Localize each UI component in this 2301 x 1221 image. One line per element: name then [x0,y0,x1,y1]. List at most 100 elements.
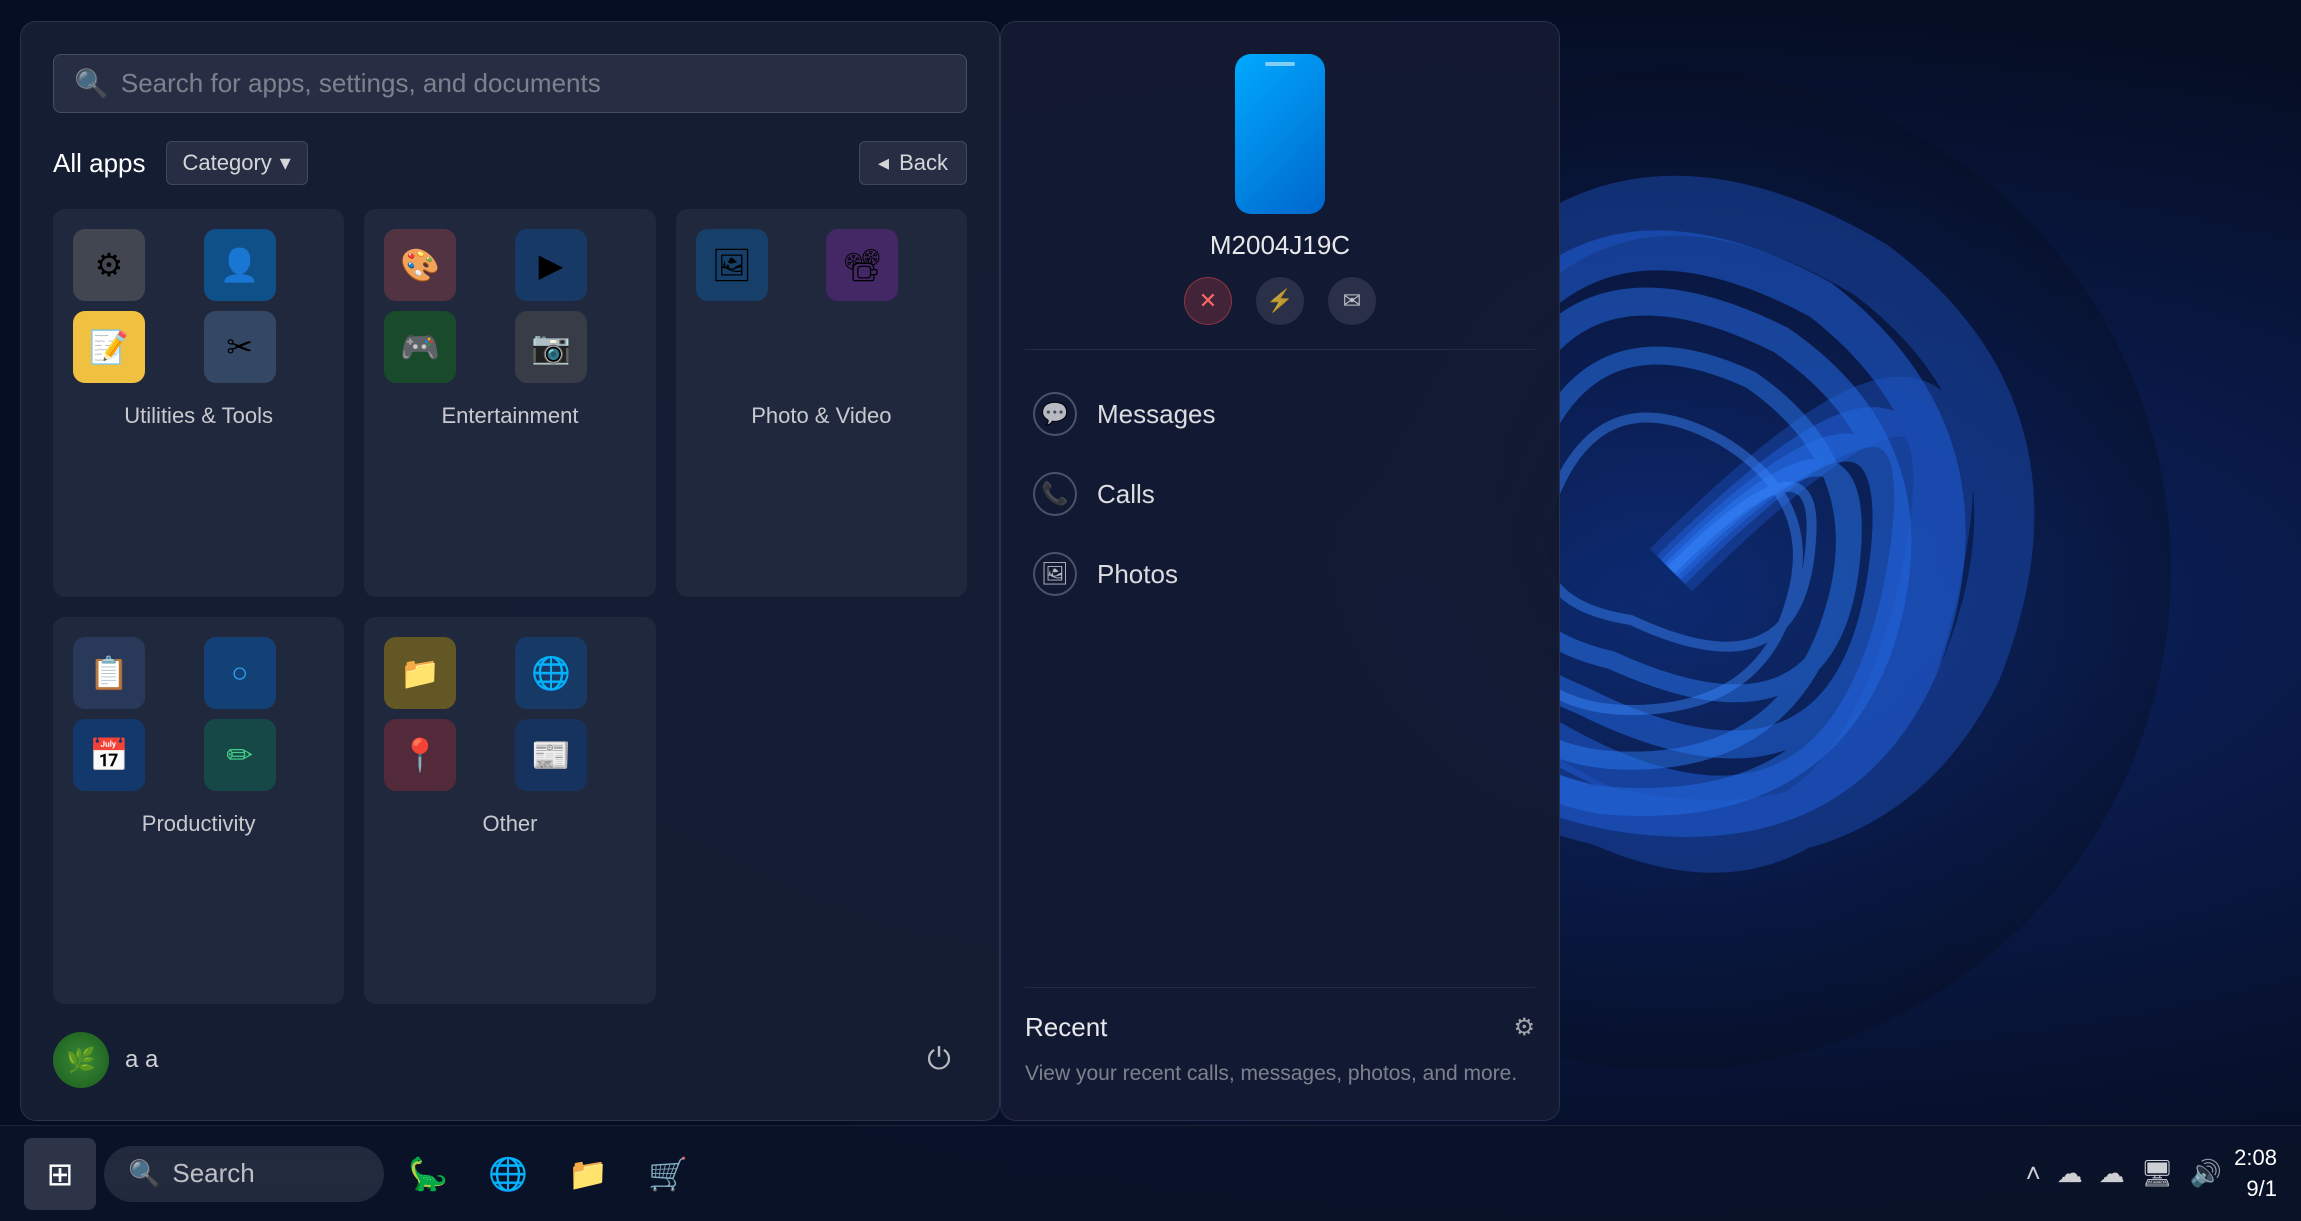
news-icon: 📰 [515,719,587,791]
calls-icon: 📞 [1033,472,1077,516]
media-icon: 📽 [826,229,898,301]
category-button[interactable]: Category ▾ [166,141,308,185]
productivity-label: Productivity [73,811,324,837]
search-input[interactable] [121,68,946,99]
camera-icon: 📷 [515,311,587,383]
phone-bluetooth-button[interactable]: ⚡ [1256,277,1304,325]
clock-time: 2:08 [2234,1143,2277,1174]
phone-messages-item[interactable]: 💬 Messages [1025,374,1535,454]
category-photo-video[interactable]: 🖼 📽 Photo & Video [676,209,967,597]
search-icon: 🔍 [74,67,109,100]
edge-icon-taskbar: 🌐 [488,1155,528,1193]
pen-icon: ✏ [204,719,276,791]
messages-icon: 💬 [1033,392,1077,436]
phone-name: M2004J19C [1210,230,1350,261]
category-label: Category [183,150,272,176]
task-view-icon: 🦕 [408,1155,448,1193]
apps-header: All apps Category ▾ ◂ Back [53,141,967,185]
back-arrow-icon: ◂ [878,150,889,176]
taskbar-left: ⊞ 🔍 Search 🦕 🌐 📁 🛒 [24,1138,704,1210]
xbox-icon: 🎮 [384,311,456,383]
user-area[interactable]: 🌿 a a [53,1032,158,1088]
recent-settings-icon[interactable]: ⚙ [1513,1013,1535,1042]
all-apps-label: All apps [53,148,146,179]
phone-calls-item[interactable]: 📞 Calls [1025,454,1535,534]
back-label: Back [899,150,948,176]
calls-label: Calls [1097,479,1155,510]
start-menu-bottom: 🌿 a a ⏻ [53,1012,967,1088]
other-icons: 📁 🌐 📍 📰 [384,637,635,791]
phone-menu-list: 💬 Messages 📞 Calls 🖼 Photos [1025,374,1535,614]
edge-button[interactable]: 🌐 [472,1138,544,1210]
network-icon: 🖥 [2141,1158,2174,1189]
utilities-label: Utilities & Tools [73,403,324,429]
recent-title: Recent [1025,1012,1107,1043]
recent-section: Recent ⚙ View your recent calls, message… [1025,987,1535,1088]
recent-header: Recent ⚙ [1025,1012,1535,1043]
utilities-icons: ⚙ 👤 📝 ✂ [73,229,324,383]
taskbar: ⊞ 🔍 Search 🦕 🌐 📁 🛒 ˄ ☁ ☁ [0,1125,2301,1221]
onedrive-icon: ☁ [2099,1158,2125,1189]
maps-icon: 📍 [384,719,456,791]
other-label: Other [384,811,635,837]
edge-icon: 🌐 [515,637,587,709]
calendar-icon: 📅 [73,719,145,791]
file-explorer-button[interactable]: 📁 [552,1138,624,1210]
back-button[interactable]: ◂ Back [859,141,967,185]
messages-label: Messages [1097,399,1216,430]
category-productivity[interactable]: 📋 ○ 📅 ✏ Productivity [53,617,344,1005]
entertainment-icons: 🎨 ▶ 🎮 📷 [384,229,635,383]
movies-icon: ▶ [515,229,587,301]
cloud-icon: ☁ [2057,1158,2083,1189]
photo-video-label: Photo & Video [696,403,947,429]
phone-photos-item[interactable]: 🖼 Photos [1025,534,1535,614]
empty-icon-2 [826,311,898,383]
chevron-up-icon[interactable]: ˄ [2026,1158,2041,1189]
phone-device-section: M2004J19C ✕ ⚡ ✉ [1025,54,1535,350]
settings-icon: ⚙ [73,229,145,301]
taskbar-search[interactable]: 🔍 Search [104,1146,384,1202]
system-tray-icons: ˄ ☁ ☁ 🖥 🔊 [2026,1158,2223,1189]
entertainment-label: Entertainment [384,403,635,429]
apps-header-left: All apps Category ▾ [53,141,308,185]
store-button[interactable]: 🛒 [632,1138,704,1210]
power-icon: ⏻ [927,1043,951,1077]
task-view-button[interactable]: 🦕 [392,1138,464,1210]
sticky-notes-icon: 📝 [73,311,145,383]
folder-icon: 📁 [384,637,456,709]
phone-panel: M2004J19C ✕ ⚡ ✉ 💬 Messages 📞 Calls 🖼 Pho… [1000,21,1560,1121]
photo-video-icons: 🖼 📽 [696,229,947,383]
productivity-icons: 📋 ○ 📅 ✏ [73,637,324,791]
search-bar[interactable]: 🔍 [53,54,967,113]
chevron-down-icon: ▾ [280,150,291,176]
recent-description: View your recent calls, messages, photos… [1025,1059,1535,1088]
volume-icon: 🔊 [2190,1158,2222,1189]
taskbar-right: ˄ ☁ ☁ 🖥 🔊 2:08 9/1 [2026,1143,2277,1205]
desktop: 🔍 All apps Category ▾ ◂ Back ⚙ [0,0,2301,1221]
phone-notify-button[interactable]: ✉ [1328,277,1376,325]
store-icon: 🛒 [648,1155,688,1193]
taskbar-search-label: Search [172,1158,254,1189]
photos-icon: 🖼 [696,229,768,301]
empty-icon-1 [696,311,768,383]
paint-icon: 🎨 [384,229,456,301]
windows-icon: ⊞ [47,1155,74,1193]
system-clock[interactable]: 2:08 9/1 [2234,1143,2277,1205]
phone-graphic [1235,54,1325,214]
people-icon: 👤 [204,229,276,301]
photos-label: Photos [1097,559,1178,590]
clock-date: 9/1 [2234,1174,2277,1205]
user-name: a a [125,1046,158,1074]
start-menu: 🔍 All apps Category ▾ ◂ Back ⚙ [20,21,1000,1121]
cortana-icon: ○ [204,637,276,709]
category-entertainment[interactable]: 🎨 ▶ 🎮 📷 Entertainment [364,209,655,597]
power-button[interactable]: ⏻ [911,1032,967,1088]
taskbar-search-icon: 🔍 [128,1158,160,1189]
phone-action-buttons: ✕ ⚡ ✉ [1184,277,1376,325]
photos-menu-icon: 🖼 [1033,552,1077,596]
app-categories-grid: ⚙ 👤 📝 ✂ Utilities & Tools 🎨 ▶ 🎮 📷 Entert… [53,209,967,1004]
start-button[interactable]: ⊞ [24,1138,96,1210]
phone-disconnect-button[interactable]: ✕ [1184,277,1232,325]
category-utilities[interactable]: ⚙ 👤 📝 ✂ Utilities & Tools [53,209,344,597]
category-other[interactable]: 📁 🌐 📍 📰 Other [364,617,655,1005]
